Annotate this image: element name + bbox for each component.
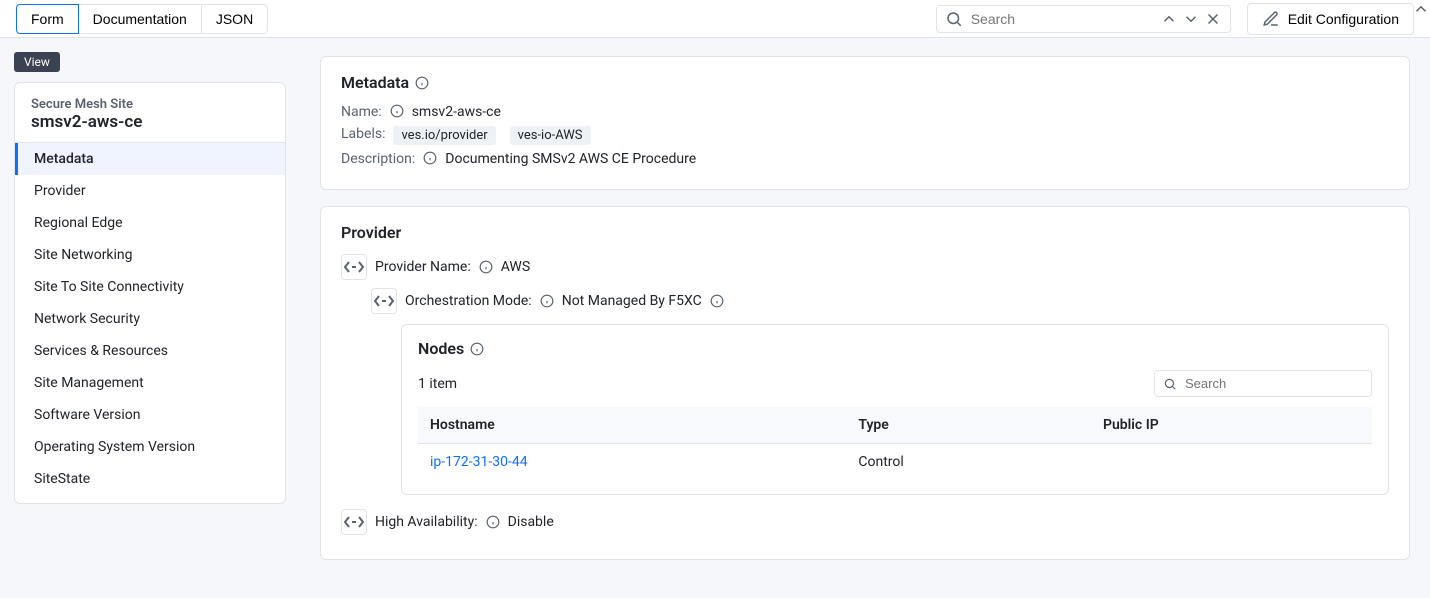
orchestration-mode-value: Not Managed By F5XC bbox=[562, 293, 702, 309]
nodes-table: Hostname Type Public IP ip-172-31-30-44 … bbox=[418, 407, 1372, 480]
sidebar-item-software-version[interactable]: Software Version bbox=[15, 399, 285, 431]
nodes-heading: Nodes bbox=[418, 339, 1372, 358]
provider-name-row: Provider Name: AWS bbox=[341, 254, 1389, 280]
metadata-description-row: Description: Documenting SMSv2 AWS CE Pr… bbox=[341, 151, 1389, 167]
high-availability-row: High Availability: Disable bbox=[341, 509, 1389, 535]
col-type: Type bbox=[846, 407, 1091, 444]
metadata-name-value: smsv2-aws-ce bbox=[412, 104, 501, 120]
pencil-icon bbox=[1262, 10, 1280, 28]
search-icon bbox=[1163, 377, 1177, 391]
sidebar-item-regional-edge[interactable]: Regional Edge bbox=[15, 207, 285, 239]
tab-json[interactable]: JSON bbox=[202, 4, 268, 34]
nodes-toolbar: 1 item bbox=[418, 370, 1372, 397]
metadata-heading: Metadata bbox=[341, 73, 1389, 92]
orchestration-mode-row: Orchestration Mode: Not Managed By F5XC bbox=[371, 288, 1389, 314]
nodes-search-input[interactable] bbox=[1183, 375, 1363, 392]
sidebar-item-provider[interactable]: Provider bbox=[15, 175, 285, 207]
table-row: ip-172-31-30-44 Control bbox=[418, 444, 1372, 481]
tree-node-icon bbox=[341, 509, 367, 535]
col-public-ip: Public IP bbox=[1091, 407, 1372, 444]
metadata-heading-label: Metadata bbox=[341, 73, 409, 92]
view-mode-segmented: Form Documentation JSON bbox=[16, 4, 268, 34]
search-next-icon[interactable] bbox=[1182, 10, 1200, 28]
nodes-table-header-row: Hostname Type Public IP bbox=[418, 407, 1372, 444]
sidebar-list: Metadata Provider Regional Edge Site Net… bbox=[15, 142, 285, 495]
metadata-name-row: Name: smsv2-aws-ce bbox=[341, 104, 1389, 120]
edit-configuration-label: Edit Configuration bbox=[1288, 11, 1399, 27]
sidebar-item-site-networking[interactable]: Site Networking bbox=[15, 239, 285, 271]
top-bar: Form Documentation JSON Edit Configurati… bbox=[0, 0, 1430, 38]
metadata-panel: Metadata Name: smsv2-aws-ce Labels: ves.… bbox=[320, 56, 1410, 190]
label-tag: ves.io/provider bbox=[393, 126, 495, 145]
label-tag: ves-io-AWS bbox=[510, 126, 591, 145]
info-icon[interactable] bbox=[710, 294, 724, 308]
high-availability-value: Disable bbox=[508, 514, 554, 530]
provider-name-value: AWS bbox=[501, 259, 530, 275]
metadata-name-key: Name: bbox=[341, 104, 382, 120]
metadata-labels-row: Labels: ves.io/provider ves-io-AWS bbox=[341, 126, 1389, 145]
provider-heading: Provider bbox=[341, 223, 1389, 242]
top-search[interactable] bbox=[936, 5, 1231, 33]
node-hostname-link[interactable]: ip-172-31-30-44 bbox=[418, 444, 846, 481]
tree-node-icon bbox=[341, 254, 367, 280]
metadata-description-value: Documenting SMSv2 AWS CE Procedure bbox=[445, 151, 696, 167]
tree-node-icon bbox=[371, 288, 397, 314]
search-prev-icon[interactable] bbox=[1160, 10, 1178, 28]
sidebar-card: Secure Mesh Site smsv2-aws-ce Metadata P… bbox=[14, 82, 286, 504]
info-icon[interactable] bbox=[470, 342, 484, 356]
sidebar-item-site-to-site[interactable]: Site To Site Connectivity bbox=[15, 271, 285, 303]
sidebar-header: Secure Mesh Site smsv2-aws-ce bbox=[15, 97, 285, 142]
node-type: Control bbox=[846, 444, 1091, 481]
sidebar-item-network-security[interactable]: Network Security bbox=[15, 303, 285, 335]
nodes-search[interactable] bbox=[1154, 370, 1372, 397]
nodes-section: Nodes 1 item bbox=[401, 324, 1389, 495]
nodes-count: 1 item bbox=[418, 376, 457, 392]
info-icon[interactable] bbox=[390, 104, 404, 118]
orchestration-mode-key: Orchestration Mode: bbox=[405, 293, 532, 309]
tab-form[interactable]: Form bbox=[16, 4, 79, 34]
metadata-description-key: Description: bbox=[341, 151, 415, 167]
sidebar: View Secure Mesh Site smsv2-aws-ce Metad… bbox=[0, 38, 300, 598]
high-availability-key: High Availability: bbox=[375, 514, 478, 530]
info-icon[interactable] bbox=[415, 76, 429, 90]
col-hostname: Hostname bbox=[418, 407, 846, 444]
top-search-input[interactable] bbox=[969, 10, 1154, 28]
edit-configuration-button[interactable]: Edit Configuration bbox=[1247, 3, 1414, 35]
sidebar-title: Secure Mesh Site bbox=[31, 97, 269, 112]
sidebar-item-metadata[interactable]: Metadata bbox=[15, 143, 285, 175]
provider-nested: Orchestration Mode: Not Managed By F5XC … bbox=[371, 288, 1389, 495]
provider-heading-label: Provider bbox=[341, 223, 401, 242]
sidebar-item-services-resources[interactable]: Services & Resources bbox=[15, 335, 285, 367]
info-icon[interactable] bbox=[479, 260, 493, 274]
search-icon bbox=[945, 10, 963, 28]
sidebar-item-sitestate[interactable]: SiteState bbox=[15, 463, 285, 495]
main-content: Metadata Name: smsv2-aws-ce Labels: ves.… bbox=[300, 38, 1430, 598]
view-mode-tag: View bbox=[14, 52, 60, 72]
metadata-labels-key: Labels: bbox=[341, 126, 385, 142]
info-icon[interactable] bbox=[540, 294, 554, 308]
tab-documentation[interactable]: Documentation bbox=[79, 4, 202, 34]
node-public-ip bbox=[1091, 444, 1372, 481]
sidebar-item-os-version[interactable]: Operating System Version bbox=[15, 431, 285, 463]
provider-panel: Provider Provider Name: AWS Orchestratio… bbox=[320, 206, 1410, 560]
search-clear-icon[interactable] bbox=[1204, 10, 1222, 28]
provider-name-key: Provider Name: bbox=[375, 259, 471, 275]
nodes-heading-label: Nodes bbox=[418, 339, 464, 358]
info-icon[interactable] bbox=[423, 151, 437, 165]
info-icon[interactable] bbox=[486, 515, 500, 529]
sidebar-object-name: smsv2-aws-ce bbox=[31, 112, 269, 132]
sidebar-item-site-management[interactable]: Site Management bbox=[15, 367, 285, 399]
